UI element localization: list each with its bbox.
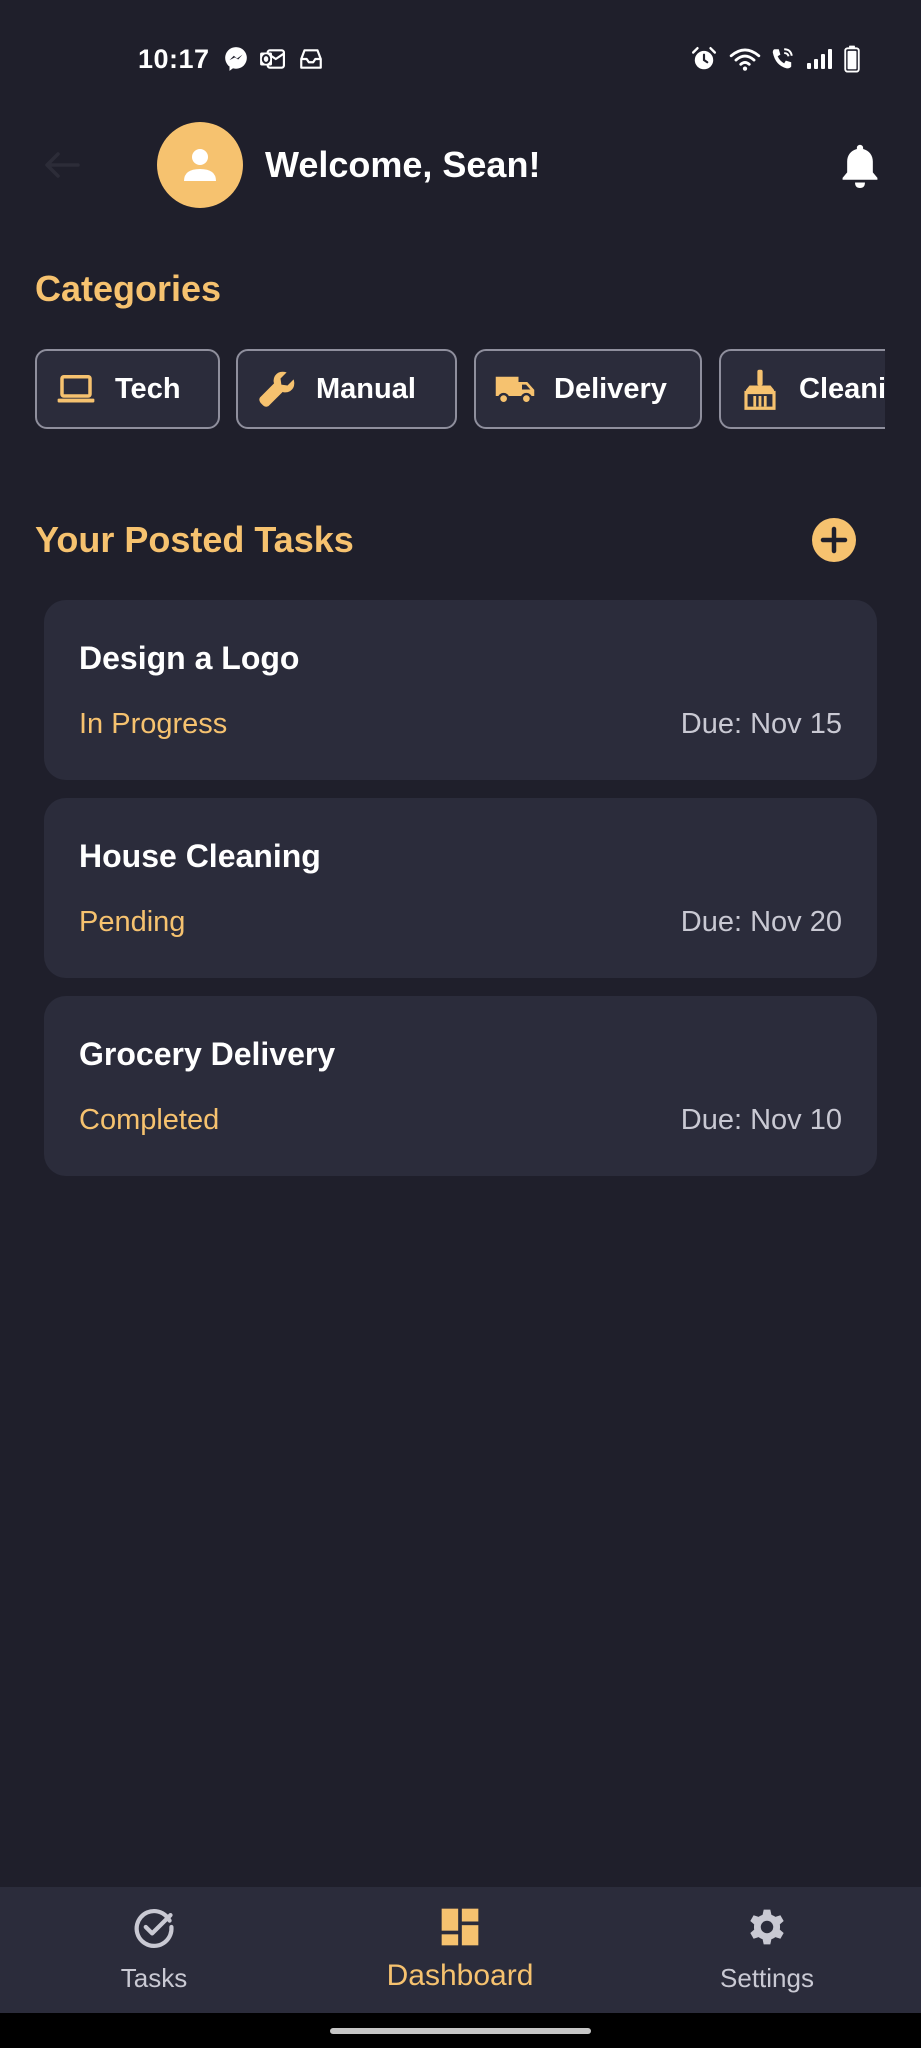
avatar[interactable] [157,122,243,208]
status-time: 10:17 [138,44,210,74]
bell-icon[interactable] [838,142,882,190]
categories-row[interactable]: Tech Manual Delivery Cleani [35,349,885,433]
category-chip-cleaning[interactable]: Cleani [719,349,885,429]
wifi-calling-icon [772,48,793,69]
back-arrow-icon[interactable] [42,150,82,180]
task-title: Grocery Delivery [79,1036,336,1072]
check-circle-icon [134,1909,174,1948]
category-chip-delivery[interactable]: Delivery [474,349,702,429]
category-chip-manual[interactable]: Manual [236,349,457,429]
nav-item-settings[interactable]: Settings [667,1887,867,2013]
wifi-icon [729,48,761,71]
category-label: Cleani [799,372,885,405]
truck-icon [495,376,535,405]
task-status: Completed [79,1104,220,1136]
plus-circle-icon [820,526,848,554]
outlook-icon [260,49,285,69]
nav-item-tasks[interactable]: Tasks [54,1887,254,2013]
nav-label: Settings [720,1963,814,1993]
status-bar: 10:17 [0,0,921,120]
person-icon [184,149,216,181]
laptop-icon [57,375,95,403]
bottom-nav: Tasks Dashboard Settings [0,1887,921,2013]
alarm-icon [691,46,717,70]
battery-icon [844,45,860,73]
home-indicator[interactable] [330,2028,591,2034]
category-label: Delivery [554,372,667,405]
task-card[interactable]: Design a Logo In Progress Due: Nov 15 [44,600,877,780]
app-screen: 10:17 Welcome, Sean! Categories Tech Man… [0,0,921,2048]
categories-title: Categories [35,268,222,309]
category-label: Manual [316,372,416,405]
messenger-icon [225,47,247,71]
inbox-icon [300,49,322,69]
task-status: Pending [79,906,186,938]
task-due-date: Due: Nov 10 [680,1104,842,1136]
signal-icon [807,49,832,69]
broom-icon [744,369,776,410]
task-title: Design a Logo [79,640,300,676]
task-card[interactable]: Grocery Delivery Completed Due: Nov 10 [44,996,877,1176]
task-due-date: Due: Nov 15 [680,708,842,740]
nav-label: Tasks [120,1963,188,1993]
nav-label: Dashboard [386,1959,534,1992]
welcome-heading: Welcome, Sean! [265,144,541,185]
category-chip-tech[interactable]: Tech [35,349,220,429]
add-task-button[interactable] [812,518,856,562]
task-card[interactable]: House Cleaning Pending Due: Nov 20 [44,798,877,978]
dashboard-icon [441,1908,479,1946]
system-navigation-bar [0,2013,921,2048]
task-title: House Cleaning [79,838,321,874]
category-label: Tech [115,372,181,405]
posted-tasks-title: Your Posted Tasks [35,519,354,560]
task-status: In Progress [79,708,228,740]
nav-item-dashboard[interactable]: Dashboard [360,1887,560,2013]
wrench-icon [259,371,295,407]
task-due-date: Due: Nov 20 [680,906,842,938]
gear-icon [750,1909,784,1945]
